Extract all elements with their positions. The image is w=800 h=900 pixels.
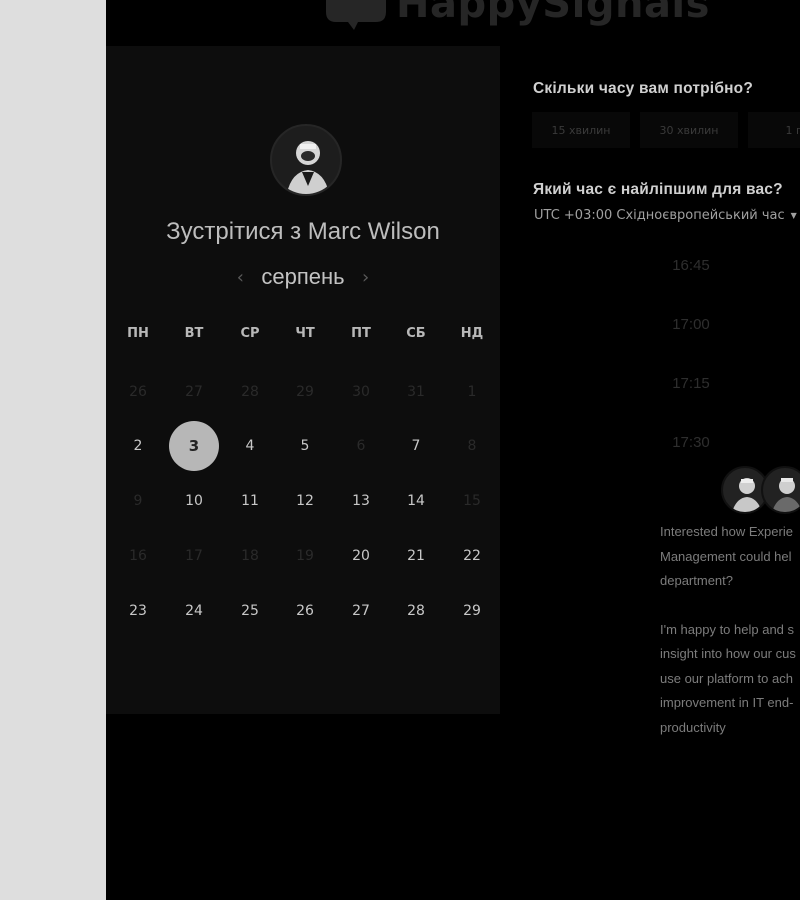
intro-line: use our platform to ach	[660, 670, 793, 686]
calendar-day[interactable]: 22	[447, 531, 497, 581]
calendar-day: 1	[467, 384, 477, 400]
month-label: серпень	[261, 264, 345, 289]
timezone-value: UTC +03:00 Східноєвропейський час	[534, 208, 785, 223]
intro-line: improvement in IT end-	[660, 695, 794, 710]
calendar-day[interactable]: 28	[391, 586, 441, 636]
intro-line: department?	[660, 573, 733, 588]
calendar-day: 16	[129, 548, 147, 564]
brand-logo-icon	[326, 0, 386, 30]
chevron-right-icon[interactable]: ›	[359, 267, 373, 288]
calendar-day[interactable]: 14	[391, 476, 441, 526]
duration-title: Скільки часу вам потрібно?	[533, 80, 753, 97]
calendar-day[interactable]: 23	[113, 586, 163, 636]
calendar-day: 26	[129, 384, 147, 400]
brand-name: HappySignals	[396, 0, 710, 27]
intro-line: insight into how our cus	[660, 646, 796, 661]
calendar-day: 6	[356, 438, 366, 454]
caret-down-icon: ▼	[790, 211, 797, 220]
intro-paragraph: Interested how Experie Management could h…	[660, 520, 800, 594]
calendar-day[interactable]: 7	[391, 421, 441, 471]
intro-text: Interested how Experie Management could h…	[660, 520, 800, 740]
intro-paragraph: I'm happy to help and s insight into how …	[660, 618, 800, 741]
weekday-label: НД	[460, 326, 484, 341]
calendar-day: 28	[241, 384, 259, 400]
intro-line: Interested how Experie	[660, 524, 793, 539]
calendar-day[interactable]: 29	[447, 586, 497, 636]
calendar-day[interactable]: 26	[280, 586, 330, 636]
calendar-day: 15	[463, 493, 481, 509]
month-navigation: ‹ серпень ›	[106, 264, 500, 290]
time-slot[interactable]: 17:15	[651, 375, 731, 392]
calendar-day[interactable]: 21	[391, 531, 441, 581]
team-avatars	[721, 466, 800, 514]
weekday-label: ВТ	[184, 326, 204, 341]
calendar-day[interactable]: 13	[336, 476, 386, 526]
booking-page: HappySignals Зустрітися з Marc Wilson ‹ …	[106, 0, 800, 900]
host-avatar	[270, 124, 342, 196]
weekday-label: ПН	[127, 326, 149, 341]
host-card: Зустрітися з Marc Wilson ‹ серпень › ПН В…	[106, 46, 500, 714]
calendar-day[interactable]: 20	[336, 531, 386, 581]
calendar-day[interactable]: 25	[225, 586, 275, 636]
time-slot[interactable]: 17:00	[651, 316, 731, 333]
intro-line: productivity	[660, 719, 726, 735]
duration-option[interactable]: 15 хвилин	[532, 112, 630, 148]
calendar-day[interactable]: 4	[225, 421, 275, 471]
calendar-day[interactable]: 24	[169, 586, 219, 636]
calendar-day: 31	[407, 384, 425, 400]
timezone-select[interactable]: UTC +03:00 Східноєвропейський час ▼	[534, 208, 797, 223]
calendar-day: 30	[352, 384, 370, 400]
browser-side-panel	[0, 0, 106, 900]
calendar-day[interactable]: 11	[225, 476, 275, 526]
calendar-day[interactable]: 12	[280, 476, 330, 526]
brand-header: HappySignals	[316, 0, 710, 30]
duration-option[interactable]: 1 го	[748, 112, 800, 148]
calendar-day: 18	[241, 548, 259, 564]
calendar-day: 29	[296, 384, 314, 400]
chevron-left-icon[interactable]: ‹	[233, 267, 247, 288]
duration-options: 15 хвилин 30 хвилин 1 го	[532, 112, 800, 148]
calendar-day[interactable]: 2	[113, 421, 163, 471]
time-slot[interactable]: 17:30	[651, 434, 731, 451]
calendar-day: 9	[133, 493, 143, 509]
calendar-day-selected[interactable]: 3	[169, 421, 219, 471]
avatar	[761, 466, 800, 514]
calendar-day: 17	[185, 548, 203, 564]
time-slot[interactable]: 16:45	[651, 257, 731, 274]
weekday-label: ЧТ	[295, 326, 315, 341]
calendar-day[interactable]: 5	[280, 421, 330, 471]
duration-option[interactable]: 30 хвилин	[640, 112, 738, 148]
calendar-day: 8	[467, 438, 477, 454]
card-title: Зустрітися з Marc Wilson	[166, 218, 440, 245]
calendar-day[interactable]: 10	[169, 476, 219, 526]
calendar-day[interactable]: 27	[336, 586, 386, 636]
time-title: Який час є найліпшим для вас?	[533, 181, 783, 198]
calendar-day: 19	[296, 548, 314, 564]
calendar-day: 27	[185, 384, 203, 400]
weekday-label: СР	[240, 326, 260, 341]
intro-line: Management could hel	[660, 548, 792, 564]
intro-line: I'm happy to help and s	[660, 621, 795, 637]
weekday-label: ПТ	[351, 326, 371, 341]
weekday-label: СБ	[406, 326, 426, 341]
